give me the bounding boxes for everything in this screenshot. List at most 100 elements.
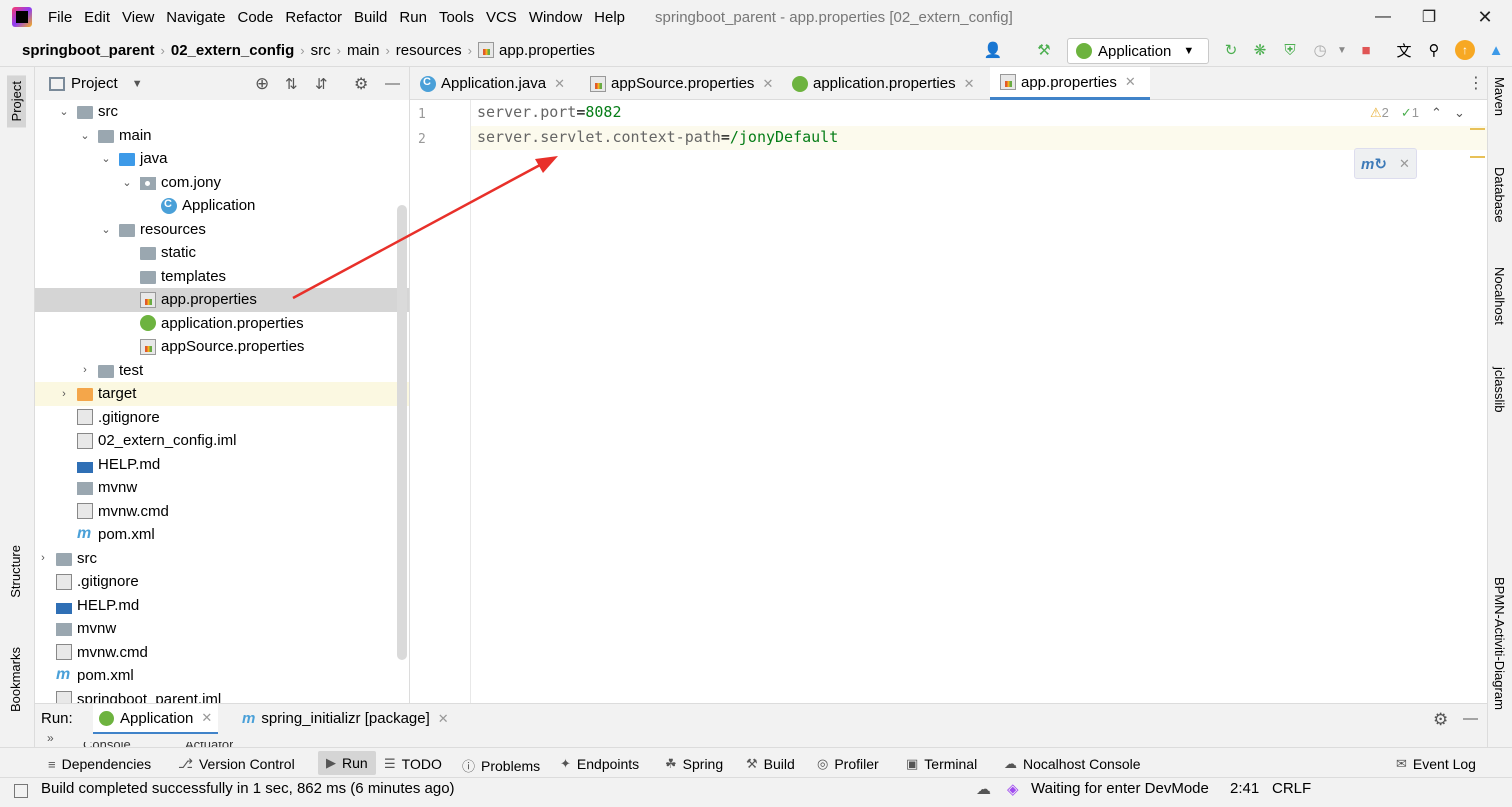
menu-navigate[interactable]: Navigate [160, 9, 231, 26]
tree-item[interactable]: ⌄ resources [35, 218, 409, 242]
menu-edit[interactable]: Edit [78, 9, 116, 26]
tree-item[interactable]: mvnw [35, 617, 409, 641]
tree-item[interactable]: m pom.xml [35, 664, 409, 688]
plugin-logo-icon[interactable]: ▲ [1486, 40, 1506, 60]
more-options-icon[interactable]: ⋮ [1468, 73, 1484, 93]
cloud-gear-icon[interactable]: ☁ [976, 780, 991, 798]
jclasslib-tool-tab[interactable]: jclasslib [1492, 367, 1507, 413]
tool-button-build[interactable]: ⚒ Build [746, 756, 795, 772]
chevron-down-icon[interactable]: ⌄ [78, 129, 92, 142]
tree-item[interactable]: mvnw [35, 476, 409, 500]
search-icon[interactable]: ⚲ [1424, 40, 1444, 60]
breadcrumb-item[interactable]: app.properties [478, 42, 595, 59]
close-tab-icon[interactable]: ✕ [554, 76, 565, 92]
code-line[interactable]: server.port=8082 [477, 103, 622, 121]
menu-file[interactable]: File [42, 9, 78, 26]
coverage-icon[interactable]: ⛨ [1280, 40, 1300, 60]
bookmarks-tool-tab[interactable]: Bookmarks [8, 647, 23, 712]
menu-tools[interactable]: Tools [433, 9, 480, 26]
collapse-all-icon[interactable]: ⇵ [315, 75, 328, 93]
toggle-tool-windows-icon[interactable] [14, 784, 28, 798]
more-run-chevron-icon[interactable]: ▼ [1332, 40, 1352, 60]
editor-tab[interactable]: application.properties ✕ [782, 67, 987, 100]
tool-button-profiler[interactable]: ◎ Profiler [817, 756, 879, 772]
chevron-right-icon[interactable]: › [78, 364, 92, 376]
tool-button-spring[interactable]: ☘ Spring [665, 756, 723, 772]
devmode-status[interactable]: Waiting for enter DevMode [1031, 780, 1209, 797]
editor-tab[interactable]: appSource.properties ✕ [580, 67, 778, 100]
chevron-down-icon[interactable]: ⌄ [57, 105, 71, 118]
close-window-icon[interactable]: ✕ [1462, 0, 1508, 34]
gear-icon[interactable]: ⚙ [1433, 710, 1448, 730]
tree-item[interactable]: HELP.md [35, 594, 409, 618]
tree-item[interactable]: › test [35, 359, 409, 383]
user-icon[interactable]: 👤 [983, 40, 1003, 60]
close-popup-icon[interactable]: ✕ [1399, 156, 1410, 172]
update-icon[interactable]: ↑ [1455, 40, 1475, 60]
warning-stripe-marker[interactable] [1470, 156, 1485, 158]
structure-tool-tab[interactable]: Structure [8, 545, 23, 598]
previous-highlight-icon[interactable]: ⌃ [1431, 105, 1442, 121]
hide-panel-icon[interactable]: — [1463, 710, 1478, 727]
menu-run[interactable]: Run [393, 9, 433, 26]
editor-tab[interactable]: app.properties ✕ [990, 67, 1150, 100]
tree-item[interactable]: ⌄ main [35, 124, 409, 148]
tree-item[interactable]: .gitignore [35, 570, 409, 594]
maven-reload-icon[interactable]: m↻ [1361, 155, 1387, 173]
expand-all-icon[interactable]: ⇅ [285, 75, 298, 93]
project-tool-tab[interactable]: Project [7, 75, 26, 128]
tree-item[interactable]: mvnw.cmd [35, 500, 409, 524]
tree-item[interactable]: templates [35, 265, 409, 289]
tool-button-nocalhost-console[interactable]: ☁ Nocalhost Console [1004, 756, 1141, 772]
profiler-icon[interactable]: ◷ [1310, 40, 1330, 60]
run-config-selector[interactable]: Application ▼ [1067, 38, 1209, 64]
chevron-right-icon[interactable]: › [57, 388, 71, 400]
tool-button-terminal[interactable]: ▣ Terminal [906, 756, 977, 772]
breadcrumb-item[interactable]: src [311, 42, 331, 59]
tree-item[interactable]: static [35, 241, 409, 265]
gear-icon[interactable]: ⚙ [354, 74, 368, 94]
tree-item[interactable]: 02_extern_config.iml [35, 429, 409, 453]
bpmn-tool-tab[interactable]: BPMN-Activiti-Diagram [1492, 577, 1507, 710]
tree-item[interactable]: app.properties [35, 288, 409, 312]
tree-item[interactable]: application.properties [35, 312, 409, 336]
warning-stripe-marker[interactable] [1470, 128, 1485, 130]
tree-item[interactable]: .gitignore [35, 406, 409, 430]
rerun-icon[interactable]: ↻ [1221, 40, 1241, 60]
stop-icon[interactable]: ■ [1356, 40, 1376, 60]
database-tool-tab[interactable]: Database [1492, 167, 1507, 223]
expand-chevron-icon[interactable]: » [47, 731, 54, 745]
maven-tool-tab[interactable]: Maven [1492, 77, 1507, 116]
tree-item[interactable]: springboot_parent.iml [35, 688, 409, 703]
caret-position[interactable]: 2:41 [1230, 780, 1259, 797]
run-tab-application[interactable]: Application ✕ [93, 704, 219, 734]
chevron-down-icon[interactable]: ▼ [132, 78, 143, 90]
build-hammer-icon[interactable]: ⚒ [1034, 40, 1054, 60]
chevron-right-icon[interactable]: › [36, 552, 50, 564]
inspection-widget[interactable]: ⚠2 ✓1 ⌃ ⌄ [1370, 105, 1465, 121]
maven-reload-popup[interactable]: m↻ ✕ [1354, 148, 1417, 179]
chevron-down-icon[interactable]: ⌄ [99, 223, 113, 236]
tree-item[interactable]: ⌄ com.jony [35, 171, 409, 195]
tree-item[interactable]: Application [35, 194, 409, 218]
menu-refactor[interactable]: Refactor [279, 9, 348, 26]
tree-item[interactable]: ⌄ src [35, 100, 409, 124]
breadcrumb-item[interactable]: main [347, 42, 380, 59]
tool-button-endpoints[interactable]: ✦ Endpoints [560, 756, 639, 772]
code-line[interactable]: server.servlet.context-path=/jonyDefault [477, 128, 838, 146]
tool-button-dependencies[interactable]: ≡ Dependencies [48, 756, 151, 772]
restore-icon[interactable]: ❐ [1406, 0, 1452, 34]
breadcrumb-item[interactable]: resources [396, 42, 462, 59]
locate-icon[interactable]: ⊕ [255, 74, 269, 94]
menu-code[interactable]: Code [231, 9, 279, 26]
tree-item[interactable]: HELP.md [35, 453, 409, 477]
breadcrumb-item[interactable]: 02_extern_config [171, 42, 294, 59]
tree-item[interactable]: appSource.properties [35, 335, 409, 359]
minimize-icon[interactable]: — [1360, 0, 1406, 34]
editor-tab[interactable]: Application.java ✕ [410, 67, 575, 100]
menu-window[interactable]: Window [523, 9, 588, 26]
menu-help[interactable]: Help [588, 9, 631, 26]
debug-icon[interactable]: ❋ [1250, 40, 1270, 60]
close-tab-icon[interactable]: ✕ [964, 76, 975, 92]
tree-item[interactable]: › src [35, 547, 409, 571]
